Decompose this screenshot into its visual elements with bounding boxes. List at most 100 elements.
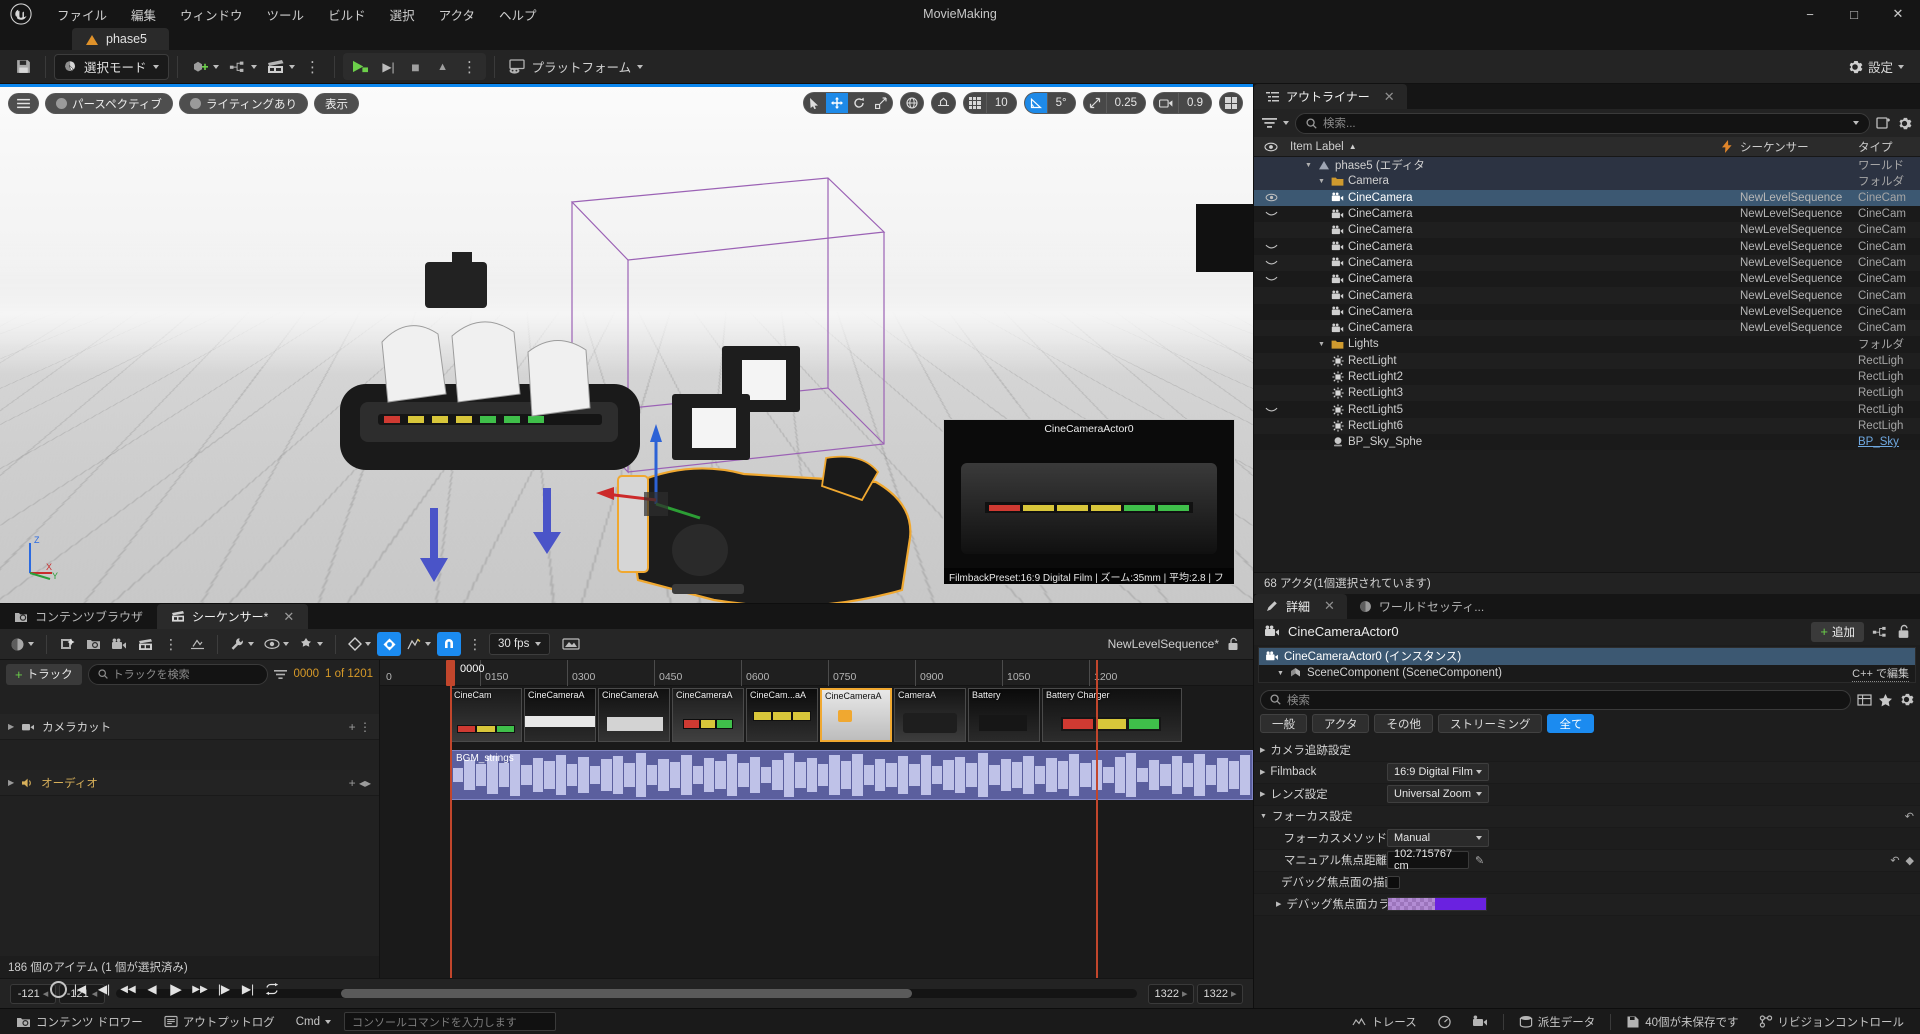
angle-snap-icon[interactable] — [1024, 93, 1047, 113]
property-number-input[interactable]: 102.715767 cm — [1387, 848, 1469, 872]
save-outliner-icon[interactable] — [1876, 116, 1891, 130]
column-sequencer[interactable]: シーケンサー — [1740, 139, 1858, 155]
sequencer-timeline[interactable]: 0 0150 0300 0450 0600 0750 0900 1050 120… — [380, 660, 1253, 978]
property-dropdown[interactable]: 16:9 Digital Film — [1387, 763, 1489, 781]
outliner-row[interactable]: CineCamera NewLevelSequence CineCam — [1254, 238, 1920, 255]
chevron-down-icon[interactable] — [1853, 121, 1859, 125]
menu-window[interactable]: ウィンドウ — [169, 1, 254, 28]
new-sequence-button[interactable] — [55, 632, 79, 656]
shot-thumbnail[interactable]: CineCameraA — [672, 688, 744, 742]
minimize-button[interactable]: − — [1788, 0, 1832, 28]
outliner-row[interactable]: RectLight RectLigh — [1254, 352, 1920, 369]
shot-thumbnail[interactable]: CineCameraA — [598, 688, 670, 742]
track-search-input[interactable]: トラックを検索 — [87, 663, 269, 685]
details-properties-list[interactable]: ▶ カメラ追跡設定 ▶ Filmback 16:9 Digital Film ▶ レンズ設定… — [1254, 740, 1920, 1009]
outliner-search-input[interactable]: 検索... — [1295, 112, 1870, 134]
shot-thumbnail[interactable]: Battery Charger — [1042, 688, 1182, 742]
grid-snap-control[interactable]: 10 — [962, 92, 1017, 114]
camera-speed-icon[interactable] — [1154, 93, 1178, 113]
row-visibility-toggle[interactable] — [1254, 275, 1288, 283]
track-row-audio[interactable]: ▶ オーディオ + ◂▸ — [0, 770, 379, 796]
level-viewport[interactable]: パースペクティブ ライティングあり 表示 10 5° 0.25 0.9 Z X … — [0, 84, 1253, 603]
fps-dropdown[interactable]: 30 fps — [489, 633, 551, 655]
blueprint-icon[interactable] — [1872, 625, 1889, 639]
outliner-row[interactable]: RectLight3 RectLigh — [1254, 385, 1920, 402]
column-item-label[interactable]: Item Label ▲ — [1288, 141, 1714, 153]
viewport-perspective-dropdown[interactable]: パースペクティブ — [45, 93, 173, 114]
filter-actor[interactable]: アクタ — [1312, 714, 1370, 733]
autokey-button[interactable] — [377, 632, 401, 656]
gear-icon[interactable] — [1897, 116, 1912, 131]
filter-other[interactable]: その他 — [1374, 714, 1433, 733]
add-actor-button[interactable] — [186, 54, 224, 80]
open-sequence-button[interactable] — [81, 632, 105, 656]
viewport-layout-button[interactable] — [1219, 92, 1243, 114]
track-row-camera-cut[interactable]: ▶ カメラカット + ⋮ — [0, 714, 379, 740]
tab-world-settings[interactable]: ワールドセッティ... — [1347, 594, 1496, 619]
content-drawer-button[interactable]: コンテンツ ドロワー — [8, 1012, 151, 1032]
property-row[interactable]: ▶ レンズ設定 Universal Zoom — [1254, 784, 1920, 806]
console-command-input[interactable]: コンソールコマンドを入力します — [343, 1012, 556, 1031]
jump-to-start-button[interactable]: |◀ — [69, 978, 91, 1000]
blueprint-button[interactable] — [224, 54, 262, 80]
menu-file[interactable]: ファイル — [46, 1, 118, 28]
render-movie-button[interactable] — [558, 632, 584, 656]
outliner-row[interactable]: BP_Sky_Sphe BP_Sky — [1254, 434, 1920, 451]
tab-outliner[interactable]: アウトライナー ✕ — [1254, 84, 1407, 109]
transform-mode-group[interactable] — [802, 92, 893, 114]
column-type[interactable]: タイプ — [1858, 139, 1920, 155]
expand-icon[interactable]: ▶ — [1276, 900, 1281, 908]
filter-icon[interactable] — [1262, 117, 1277, 129]
globe-icon[interactable] — [901, 93, 923, 113]
toolbar-more-button[interactable]: ⋮ — [300, 54, 326, 80]
jump-to-end-button[interactable]: ▶| — [237, 978, 259, 1000]
shot-thumbnail[interactable]: CameraA — [894, 688, 966, 742]
keyframe-button[interactable] — [344, 632, 375, 656]
property-checkbox[interactable] — [1387, 875, 1400, 889]
play-more-button[interactable]: ⋮ — [457, 54, 483, 80]
select-tool-button[interactable] — [804, 93, 826, 113]
shot-thumbnail-selected[interactable]: CineCameraA — [820, 688, 892, 742]
expand-icon[interactable]: ▶ — [1260, 746, 1265, 754]
expand-icon[interactable]: ▼ — [1260, 813, 1267, 820]
add-component-button[interactable]: + 追加 — [1811, 621, 1864, 642]
viewport-show-dropdown[interactable]: 表示 — [314, 93, 360, 114]
timeline-ruler[interactable]: 0 0150 0300 0450 0600 0750 0900 1050 120… — [380, 660, 1253, 686]
previous-key-button[interactable]: ◀| — [93, 978, 115, 1000]
property-row[interactable]: ▶ デバッグ焦点面カラー — [1254, 893, 1920, 916]
platform-button[interactable]: プラットフォーム — [503, 54, 649, 80]
filter-general[interactable]: 一般 — [1260, 714, 1307, 733]
expand-icon[interactable]: ▶ — [1260, 790, 1265, 798]
outliner-row[interactable]: CineCamera NewLevelSequence CineCam — [1254, 222, 1920, 239]
settings-button[interactable]: 設定 — [1839, 54, 1912, 80]
outliner-row[interactable]: ▼ Lights フォルダ — [1254, 336, 1920, 353]
audio-clip[interactable]: BGM_strings — [450, 750, 1253, 800]
play-button[interactable]: ▶ — [165, 978, 187, 1000]
edit-in-cpp-link[interactable]: C++ で編集 — [1852, 665, 1909, 682]
scale-snap-icon[interactable] — [1084, 93, 1106, 113]
table-view-icon[interactable] — [1857, 693, 1872, 707]
grid-snap-value[interactable]: 10 — [985, 93, 1016, 113]
add-track-button[interactable]: + トラック — [6, 663, 82, 685]
camera-speed-value[interactable]: 0.9 — [1178, 93, 1211, 113]
sequencer-actions-button[interactable] — [185, 632, 209, 656]
filter-streaming[interactable]: ストリーミング — [1437, 714, 1543, 733]
save-button[interactable] — [10, 54, 37, 80]
angle-snap-value[interactable]: 5° — [1046, 93, 1075, 113]
expand-icon[interactable]: ▶ — [8, 778, 14, 787]
unsaved-changes-button[interactable]: 40個が未保存です — [1618, 1012, 1746, 1032]
record-button[interactable] — [50, 980, 67, 998]
scale-snap-value[interactable]: 0.25 — [1105, 93, 1145, 113]
outliner-row[interactable]: CineCamera NewLevelSequence CineCam — [1254, 189, 1920, 206]
property-dropdown[interactable]: Manual — [1387, 829, 1489, 847]
menu-actor[interactable]: アクタ — [428, 1, 486, 28]
range-end-input[interactable]: 1322 ▸ — [1148, 983, 1194, 1004]
outliner-row[interactable]: RectLight2 RectLigh — [1254, 368, 1920, 386]
close-icon[interactable]: ✕ — [1324, 598, 1335, 614]
viewport-layout-icon[interactable] — [1220, 93, 1242, 113]
property-row[interactable]: ▶ Filmback 16:9 Digital Film — [1254, 761, 1920, 784]
property-color-swatch[interactable] — [1387, 897, 1487, 911]
close-icon[interactable]: ✕ — [1384, 89, 1395, 105]
menu-help[interactable]: ヘルプ — [488, 1, 548, 28]
column-visibility-icon[interactable] — [1254, 142, 1288, 152]
